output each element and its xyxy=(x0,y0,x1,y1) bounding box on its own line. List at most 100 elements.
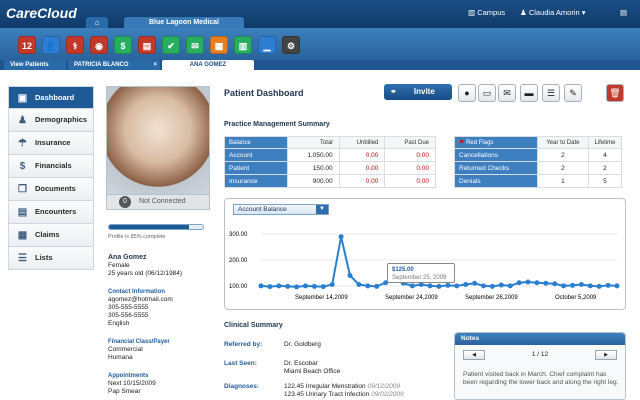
sidebar-item-label: Claims xyxy=(35,230,60,239)
data-point[interactable] xyxy=(596,283,602,289)
data-point[interactable] xyxy=(294,284,300,290)
data-point[interactable] xyxy=(463,282,469,288)
data-point[interactable] xyxy=(570,282,575,288)
calendar-icon[interactable]: 12 xyxy=(18,36,36,54)
claims-icon[interactable]: ▤ xyxy=(138,36,156,54)
sidebar-item-documents[interactable]: ❐ Documents xyxy=(8,178,94,201)
settings-icon[interactable]: ⚙ xyxy=(282,36,300,54)
data-point[interactable] xyxy=(472,280,478,286)
sidebar-item-insurance[interactable]: ☂ Insurance xyxy=(8,132,94,155)
user-menu[interactable]: ♟ Claudia Amorin ▾ xyxy=(520,8,586,17)
data-point[interactable] xyxy=(311,283,317,289)
data-point[interactable] xyxy=(454,283,460,289)
patients-icon[interactable]: ⚕ xyxy=(66,36,84,54)
data-point[interactable] xyxy=(347,273,353,278)
tab-ana-gomez[interactable]: ANA GOMEZ xyxy=(162,60,254,70)
map-pin-icon[interactable]: ● xyxy=(458,84,476,102)
data-point[interactable] xyxy=(605,282,611,288)
delete-icon[interactable]: 🗑 xyxy=(606,84,624,102)
data-point[interactable] xyxy=(320,284,326,290)
data-point[interactable] xyxy=(578,282,584,288)
invite-icon: ⚭ xyxy=(390,87,397,96)
data-point[interactable] xyxy=(427,283,433,289)
invite-button[interactable]: ⚭ Invite xyxy=(384,84,452,100)
practice-tab[interactable]: Blue Lagoon Medical xyxy=(124,17,244,28)
people-icon[interactable]: 👤 xyxy=(42,36,60,54)
data-point[interactable] xyxy=(516,280,522,286)
document-icon[interactable]: ▦ xyxy=(210,36,228,54)
card-icon[interactable]: ▬ xyxy=(520,84,538,102)
data-point[interactable] xyxy=(436,283,442,289)
dollar-icon: $ xyxy=(19,161,26,172)
globe-icon[interactable]: ◉ xyxy=(90,36,108,54)
claims-icon: ▦ xyxy=(17,230,28,241)
clinical-summary-title: Clinical Summary xyxy=(224,322,283,329)
data-point[interactable] xyxy=(587,283,593,289)
data-point[interactable] xyxy=(356,282,362,288)
data-point[interactable] xyxy=(258,283,264,289)
next-appointment[interactable]: Next 10/15/2009 xyxy=(108,380,156,388)
data-point[interactable] xyxy=(525,279,531,285)
books-icon[interactable]: ▥ xyxy=(234,36,252,54)
location-menu[interactable]: ▥ Campus xyxy=(468,8,505,17)
prev-note-button[interactable]: ◀ xyxy=(463,350,485,360)
sidebar-item-label: Lists xyxy=(35,253,53,262)
next-note-button[interactable]: ▶ xyxy=(595,350,617,360)
carecloud-logo[interactable]: CareCloud xyxy=(6,5,77,21)
sidebar-item-encounters[interactable]: ▤ Encounters xyxy=(8,201,94,224)
data-point[interactable] xyxy=(338,234,344,240)
data-point[interactable] xyxy=(409,283,415,289)
data-point[interactable] xyxy=(303,283,308,289)
data-point[interactable] xyxy=(267,284,273,290)
data-point[interactable] xyxy=(481,283,486,289)
data-point[interactable] xyxy=(445,282,451,288)
table-row: Patient 150.00 0.00 0.00 xyxy=(223,161,436,175)
sidebar-item-dashboard[interactable]: ▣ Dashboard xyxy=(8,86,94,109)
patient-phone-2: 305-556-5555 xyxy=(108,312,149,319)
check-icon[interactable]: ✔ xyxy=(162,36,180,54)
data-point[interactable] xyxy=(507,283,513,289)
sidebar-item-demographics[interactable]: ♟ Demographics xyxy=(8,109,94,132)
sidebar-item-financials[interactable]: $ Financials xyxy=(8,155,94,178)
sidebar-item-claims[interactable]: ▦ Claims xyxy=(8,224,94,247)
patient-gender: Female xyxy=(108,262,130,269)
lifetime-cell: 4 xyxy=(587,148,623,162)
data-point[interactable] xyxy=(489,283,495,289)
tab-patricia-blanco[interactable]: PATRICIA BLANCO × xyxy=(68,60,160,70)
data-point[interactable] xyxy=(614,283,620,289)
notes-pager: ◀ 1 / 12 ▶ xyxy=(455,349,625,361)
data-point[interactable] xyxy=(534,280,540,286)
print-icon[interactable]: ▭ xyxy=(478,84,496,102)
data-point[interactable] xyxy=(285,283,291,289)
edit-icon[interactable]: ✎ xyxy=(564,84,582,102)
sidebar-item-label: Encounters xyxy=(35,207,77,216)
message-icon[interactable]: ☰ xyxy=(542,84,560,102)
past-due-cell: 0.00 xyxy=(384,161,436,175)
reports-icon[interactable]: ▁ xyxy=(258,36,276,54)
patient-email[interactable]: agomez@hotmail.com xyxy=(108,296,173,304)
flag-icon: ⚑ xyxy=(459,140,465,146)
profile-progress-bar xyxy=(108,224,204,230)
patient-photo xyxy=(106,86,210,210)
email-icon[interactable]: ✉ xyxy=(498,84,516,102)
data-point[interactable] xyxy=(329,282,335,288)
menu-icon[interactable]: ▤ xyxy=(620,8,627,17)
financial-heading: Financial Class/Payer xyxy=(108,339,170,345)
last-seen-doctor: Dr. Escobar xyxy=(284,360,318,367)
data-point[interactable] xyxy=(543,280,549,286)
tab-view-patients[interactable]: View Patients xyxy=(4,60,66,70)
data-point[interactable] xyxy=(498,282,504,288)
data-point[interactable] xyxy=(552,281,558,287)
data-point[interactable] xyxy=(365,283,371,289)
home-icon: ▣ xyxy=(17,93,28,104)
col-header: Balance xyxy=(223,136,289,149)
data-point[interactable] xyxy=(561,283,567,289)
y-tick-label: 100.00 xyxy=(229,284,248,290)
mail-check-icon[interactable]: ✉ xyxy=(186,36,204,54)
data-point[interactable] xyxy=(374,283,380,289)
billing-icon[interactable]: $ xyxy=(114,36,132,54)
sidebar-item-label: Dashboard xyxy=(35,93,75,102)
sidebar-item-lists[interactable]: ☰ Lists xyxy=(8,247,94,270)
home-tab[interactable]: ⌂ xyxy=(86,17,108,28)
data-point[interactable] xyxy=(276,283,282,289)
